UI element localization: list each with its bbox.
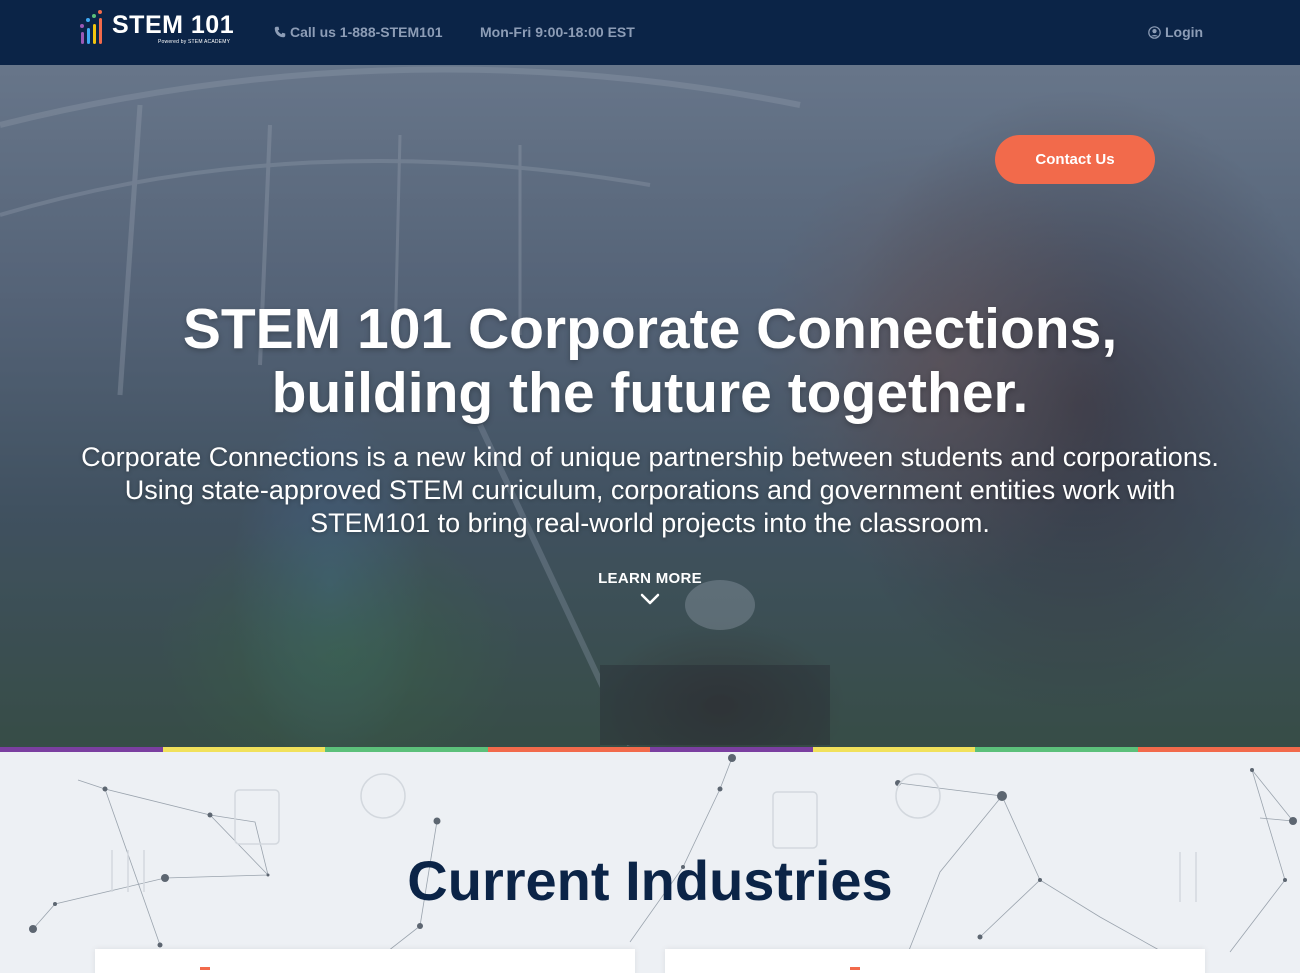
- stripe-segment: [487, 747, 650, 752]
- color-divider-stripe: [0, 747, 1300, 752]
- stripe-segment: [162, 747, 325, 752]
- hero-title-line-2: building the future together.: [271, 361, 1029, 425]
- login-link[interactable]: Login: [1148, 24, 1203, 40]
- user-circle-icon: [1148, 26, 1161, 39]
- stripe-segment: [1137, 747, 1300, 752]
- top-nav-bar: STEM 101 Powered by STEM ACADEMY Call us…: [0, 0, 1300, 65]
- hero-title-line-1: STEM 101 Corporate Connections,: [182, 297, 1118, 361]
- hero-section: Contact Us STEM 101 Corporate Connection…: [0, 65, 1300, 748]
- industries-section: Current Industries: [0, 752, 1300, 973]
- logo-text: STEM 101: [112, 11, 235, 39]
- business-hours: Mon-Fri 9:00-18:00 EST: [480, 24, 635, 40]
- learn-more-label: LEARN MORE: [598, 570, 702, 587]
- industries-title: Current Industries: [407, 849, 893, 912]
- card-accent-mark: [200, 967, 210, 970]
- stripe-segment: [812, 747, 975, 752]
- chevron-down-icon: [640, 593, 660, 605]
- industry-card[interactable]: [95, 949, 635, 973]
- stripe-segment: [325, 747, 488, 752]
- stripe-segment: [975, 747, 1138, 752]
- hero-title: STEM 101 Corporate Connections, building…: [50, 297, 1250, 425]
- card-accent-mark: [850, 967, 860, 970]
- login-label: Login: [1165, 24, 1204, 40]
- phone-text: Call us 1-888-STEM101: [290, 24, 443, 40]
- industry-card[interactable]: [665, 949, 1205, 973]
- site-logo[interactable]: STEM 101 Powered by STEM ACADEMY: [80, 10, 234, 50]
- hero-description: Corporate Connections is a new kind of u…: [81, 442, 1219, 538]
- phone-link[interactable]: Call us 1-888-STEM101: [274, 24, 443, 40]
- bar-chart-logo-icon: [80, 10, 106, 44]
- stripe-segment: [650, 747, 813, 752]
- phone-icon: [274, 26, 286, 38]
- logo-tagline: Powered by STEM ACADEMY: [158, 39, 231, 45]
- learn-more-link[interactable]: LEARN MORE: [560, 570, 740, 605]
- stripe-segment: [0, 747, 163, 752]
- contact-us-button[interactable]: Contact Us: [995, 135, 1155, 184]
